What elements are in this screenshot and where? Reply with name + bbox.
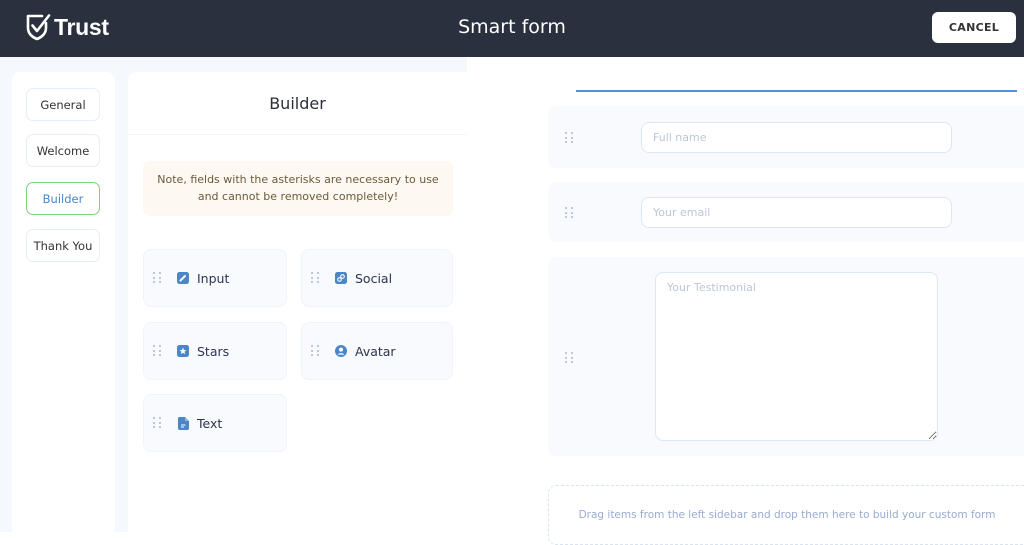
drag-handle-icon[interactable] (153, 417, 163, 429)
pencil-icon (177, 272, 189, 284)
form-field-card[interactable] (548, 257, 1024, 456)
nav-item-welcome[interactable]: Welcome (26, 134, 100, 167)
document-icon (177, 416, 189, 430)
builder-title: Builder (269, 94, 326, 113)
drop-hint: Drag items from the left sidebar and dro… (578, 509, 996, 521)
star-icon (177, 345, 189, 357)
app-header: Trust Smart form CANCEL (0, 0, 1024, 57)
tab-indicator (576, 90, 1017, 92)
tool-input[interactable]: Input (143, 249, 287, 307)
tool-label: Stars (197, 343, 230, 359)
tool-avatar[interactable]: Avatar (301, 322, 453, 380)
full-name-input[interactable] (641, 122, 952, 153)
drag-handle-icon[interactable] (565, 132, 575, 144)
cancel-button[interactable]: CANCEL (932, 12, 1016, 43)
divider (128, 134, 467, 135)
steps-sidebar: General Welcome Builder Thank You (12, 72, 115, 542)
drop-zone[interactable]: Drag items from the left sidebar and dro… (548, 485, 1024, 545)
link-icon (335, 272, 347, 284)
required-fields-note: Note, fields with the asterisks are nece… (143, 161, 453, 216)
form-field-card[interactable] (548, 106, 1024, 168)
page-title: Smart form (458, 16, 566, 38)
drag-handle-icon[interactable] (153, 272, 163, 284)
nav-item-general[interactable]: General (26, 88, 100, 121)
nav-item-builder[interactable]: Builder (26, 182, 100, 215)
nav-item-thank-you[interactable]: Thank You (26, 229, 100, 262)
user-circle-icon (335, 345, 347, 357)
drag-handle-icon[interactable] (565, 207, 575, 219)
tool-label: Social (355, 270, 393, 286)
email-input[interactable] (641, 197, 952, 228)
tool-text[interactable]: Text (143, 394, 287, 452)
form-field-card[interactable] (548, 182, 1024, 242)
drag-handle-icon[interactable] (311, 272, 321, 284)
tool-social[interactable]: Social (301, 249, 453, 307)
drag-handle-icon[interactable] (153, 345, 163, 357)
tool-label: Avatar (355, 343, 396, 359)
testimonial-textarea[interactable] (655, 272, 938, 441)
tool-stars[interactable]: Stars (143, 322, 287, 380)
tool-label: Text (197, 415, 223, 431)
tool-label: Input (197, 270, 230, 286)
drag-handle-icon[interactable] (311, 345, 321, 357)
builder-panel: Builder Note, fields with the asterisks … (128, 72, 467, 542)
drag-handle-icon[interactable] (565, 352, 575, 364)
